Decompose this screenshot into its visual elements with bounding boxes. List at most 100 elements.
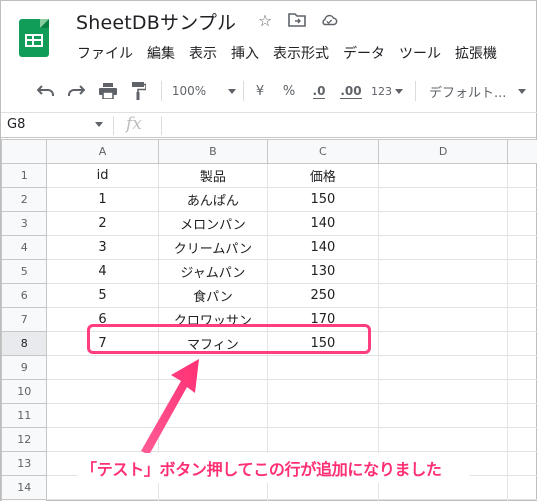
cell[interactable]: [507, 379, 537, 404]
cell[interactable]: 140: [267, 235, 379, 260]
column-header-a[interactable]: A: [46, 139, 159, 164]
cloud-status-icon[interactable]: [320, 11, 338, 29]
cell[interactable]: [507, 307, 537, 332]
menu-file[interactable]: ファイル: [77, 43, 133, 63]
document-title[interactable]: SheetDBサンプル: [76, 8, 236, 35]
row-header[interactable]: 1: [1, 163, 48, 188]
move-folder-icon[interactable]: [288, 11, 306, 29]
column-header-b[interactable]: B: [157, 139, 269, 164]
cell[interactable]: [377, 163, 509, 188]
cell[interactable]: 1: [46, 187, 159, 212]
cell[interactable]: [507, 235, 537, 260]
row-header[interactable]: 12: [1, 427, 48, 452]
cell[interactable]: 価格: [267, 163, 379, 188]
menu-insert[interactable]: 挿入: [231, 43, 259, 63]
cell[interactable]: [507, 163, 537, 188]
menu-extensions[interactable]: 拡張機: [455, 43, 497, 63]
cell[interactable]: 140: [267, 211, 379, 236]
column-header-c[interactable]: C: [267, 139, 379, 164]
paint-format-icon[interactable]: [127, 75, 151, 107]
row-header[interactable]: 3: [1, 211, 48, 236]
cell[interactable]: ジャムパン: [157, 259, 269, 284]
cell[interactable]: [377, 259, 509, 284]
row-header[interactable]: 14: [1, 475, 48, 500]
sheets-logo-icon[interactable]: [19, 19, 49, 57]
cell[interactable]: [507, 451, 537, 476]
table-row: 12: [1, 427, 537, 452]
cell[interactable]: [377, 307, 509, 332]
cell[interactable]: [267, 403, 379, 428]
cell[interactable]: [267, 427, 379, 452]
cell[interactable]: クリームパン: [157, 235, 269, 260]
menu-data[interactable]: データ: [343, 43, 385, 63]
row-header[interactable]: 9: [1, 355, 48, 380]
cell[interactable]: 130: [267, 259, 379, 284]
cell[interactable]: 製品: [157, 163, 269, 188]
cell[interactable]: [377, 331, 509, 356]
cell[interactable]: [507, 331, 537, 356]
cell[interactable]: 4: [46, 259, 159, 284]
cell[interactable]: [507, 403, 537, 428]
fx-icon: fx: [126, 114, 142, 134]
chevron-down-icon: [518, 88, 527, 94]
cell[interactable]: 150: [267, 187, 379, 212]
name-box[interactable]: G8: [7, 117, 25, 132]
currency-format-button[interactable]: ¥: [250, 75, 270, 107]
star-icon[interactable]: ☆: [256, 11, 274, 30]
decrease-decimal-button[interactable]: .0: [306, 75, 332, 107]
cell[interactable]: [377, 379, 509, 404]
row-header[interactable]: 8: [1, 331, 48, 356]
cell[interactable]: 3: [46, 235, 159, 260]
row-header[interactable]: 7: [1, 307, 48, 332]
cell[interactable]: 5: [46, 283, 159, 308]
zoom-select[interactable]: 100%: [169, 75, 239, 107]
cell[interactable]: [377, 403, 509, 428]
cell[interactable]: [507, 211, 537, 236]
increase-decimal-label: .00: [340, 83, 362, 99]
cell[interactable]: [377, 355, 509, 380]
select-all-corner[interactable]: [1, 139, 48, 164]
row-header[interactable]: 5: [1, 259, 48, 284]
cell[interactable]: あんぱん: [157, 187, 269, 212]
cell[interactable]: [377, 235, 509, 260]
row-header[interactable]: 10: [1, 379, 48, 404]
cell[interactable]: メロンパン: [157, 211, 269, 236]
redo-icon[interactable]: [63, 75, 89, 107]
cell[interactable]: 2: [46, 211, 159, 236]
cell[interactable]: [507, 259, 537, 284]
row-header[interactable]: 2: [1, 187, 48, 212]
font-family-select[interactable]: デフォルト...: [421, 75, 533, 107]
cell[interactable]: [507, 427, 537, 452]
cell[interactable]: [507, 355, 537, 380]
menu-view[interactable]: 表示: [189, 43, 217, 63]
undo-icon[interactable]: [33, 75, 59, 107]
menu-edit[interactable]: 編集: [147, 43, 175, 63]
cell[interactable]: [507, 475, 537, 500]
cell[interactable]: [267, 355, 379, 380]
row-header[interactable]: 4: [1, 235, 48, 260]
cell[interactable]: [507, 187, 537, 212]
table-row: 1 id 製品 価格: [1, 163, 537, 188]
row-header[interactable]: 11: [1, 403, 48, 428]
cell[interactable]: [377, 283, 509, 308]
cell[interactable]: id: [46, 163, 159, 188]
cell[interactable]: [507, 283, 537, 308]
table-row: 4 3 クリームパン 140: [1, 235, 537, 260]
row-header[interactable]: 13: [1, 451, 48, 476]
cell[interactable]: [377, 427, 509, 452]
cell[interactable]: [377, 187, 509, 212]
cell[interactable]: [267, 379, 379, 404]
increase-decimal-button[interactable]: .00: [337, 75, 365, 107]
cell[interactable]: 250: [267, 283, 379, 308]
print-icon[interactable]: [95, 75, 121, 107]
number-format-select[interactable]: 123: [369, 75, 405, 107]
menu-tools[interactable]: ツール: [399, 43, 441, 63]
row-header[interactable]: 6: [1, 283, 48, 308]
column-header-d[interactable]: D: [377, 139, 509, 164]
cell[interactable]: 食パン: [157, 283, 269, 308]
chevron-down-icon[interactable]: [95, 122, 103, 127]
cell[interactable]: [377, 211, 509, 236]
percent-format-button[interactable]: %: [279, 75, 299, 107]
column-header-e[interactable]: [507, 139, 537, 164]
menu-format[interactable]: 表示形式: [273, 43, 329, 63]
